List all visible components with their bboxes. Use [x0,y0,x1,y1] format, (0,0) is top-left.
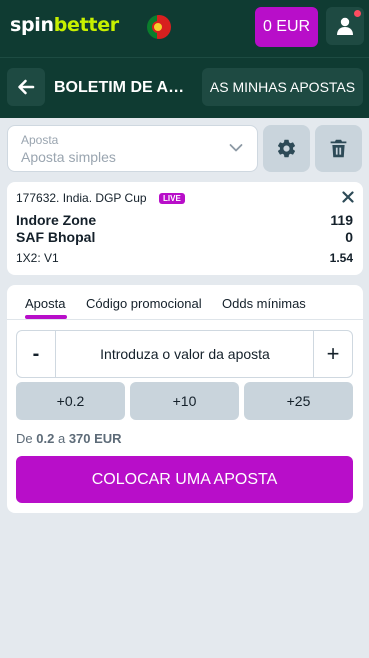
increase-stake-button[interactable]: + [313,331,352,377]
tab-aposta[interactable]: Aposta [25,296,65,311]
stake-input[interactable] [57,331,313,377]
quick-stake-button[interactable]: +0.2 [16,382,125,420]
my-bets-button[interactable]: AS MINHAS APOSTAS [202,68,363,106]
logo-text-spin: spin [10,14,54,36]
live-badge: LIVE [159,193,185,204]
stake-range: De 0.2 a 370 EUR [16,431,122,446]
bet-event-card: 177632. India. DGP Cup LIVE Indore Zone … [7,182,363,275]
balance-button[interactable]: 0 EUR [255,7,318,47]
top-bar: spinbetter 0 EUR [0,0,369,57]
team-home: Indore Zone [16,212,97,228]
range-max: 370 EUR [68,431,122,446]
bet-type-select[interactable]: Aposta Aposta simples [7,125,258,172]
team-away-score: 0 [345,229,353,245]
tab-promo-code[interactable]: Código promocional [86,296,202,311]
chevron-down-icon [229,144,243,152]
close-icon[interactable] [342,191,354,203]
tabs-divider [7,319,363,320]
stake-panel: Aposta Código promocional Odds mínimas -… [7,285,363,513]
range-min: 0.2 [36,431,55,446]
user-profile-button[interactable] [326,7,364,45]
range-separator: a [57,431,66,446]
notification-dot [354,10,361,17]
team-away: SAF Bhopal [16,229,96,245]
bet-market: 1X2: V1 [16,251,59,265]
range-prefix: De [16,431,33,446]
logo[interactable]: spinbetter [10,14,119,36]
portugal-flag-icon[interactable] [147,15,171,39]
trash-icon [330,139,347,158]
bet-type-value: Aposta simples [21,149,116,165]
bet-type-label: Aposta [21,133,59,147]
decrease-stake-button[interactable]: - [17,331,56,377]
team-home-score: 119 [330,212,353,228]
user-icon [337,17,353,35]
quick-stake-button[interactable]: +10 [130,382,239,420]
arrow-left-icon [18,79,35,95]
bet-odds: 1.54 [329,251,353,265]
stake-stepper: - + [16,330,353,378]
quick-stake-button[interactable]: +25 [244,382,353,420]
tab-min-odds[interactable]: Odds mínimas [222,296,306,311]
place-bet-button[interactable]: COLOCAR UMA APOSTA [16,456,353,503]
page-title: BOLETIM DE APOSTAS [54,79,189,96]
event-title: 177632. India. DGP Cup [16,191,147,205]
logo-text-better: better [53,14,119,36]
back-button[interactable] [7,68,45,106]
settings-button[interactable] [263,125,310,172]
clear-betslip-button[interactable] [315,125,362,172]
betslip-header: BOLETIM DE APOSTAS AS MINHAS APOSTAS [0,57,369,118]
gear-icon [277,139,296,158]
